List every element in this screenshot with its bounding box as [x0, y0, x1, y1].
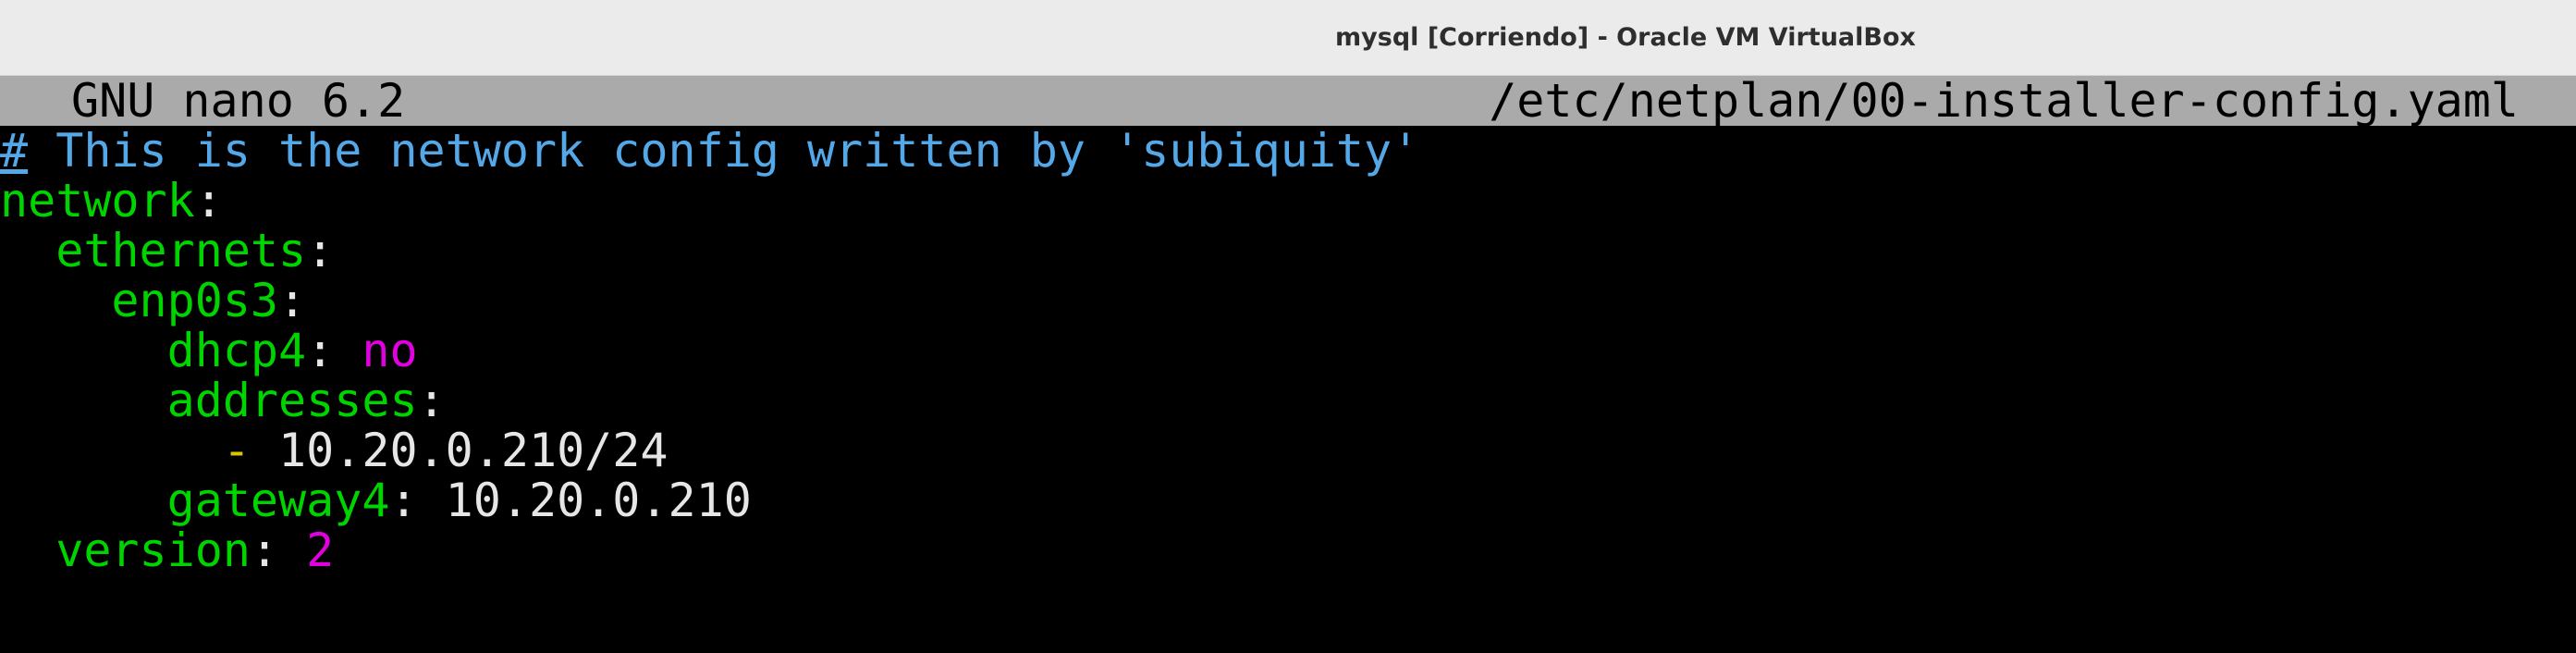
nano-app-name: GNU nano 6.2 — [71, 74, 406, 128]
yaml-colon: : — [306, 224, 335, 277]
yaml-colon: : — [389, 474, 418, 527]
virtualbox-window: mysql [Corriendo] - Oracle VM VirtualBox… — [0, 0, 2576, 653]
editor-line-version[interactable]: version: 2 — [0, 525, 334, 575]
yaml-colon: : — [306, 324, 335, 377]
yaml-value-version: 2 — [306, 524, 335, 577]
yaml-key-gateway4: gateway4 — [166, 474, 390, 527]
editor-line-ethernets[interactable]: ethernets: — [0, 226, 334, 276]
yaml-list-dash: - — [222, 424, 251, 477]
editor-line-dhcp4[interactable]: dhcp4: no — [0, 326, 418, 376]
window-titlebar[interactable]: mysql [Corriendo] - Oracle VM VirtualBox — [0, 0, 2576, 76]
editor-line-addresses[interactable]: addresses: — [0, 376, 446, 425]
terminal-screen[interactable]: GNU nano 6.2 /etc/netplan/00-installer-c… — [0, 76, 2576, 653]
yaml-colon: : — [250, 524, 279, 577]
yaml-key-addresses: addresses — [166, 374, 418, 427]
yaml-colon: : — [417, 374, 446, 427]
yaml-value-address: 10.20.0.210/24 — [278, 424, 669, 477]
comment-text: This is the network config written by 's… — [28, 124, 1420, 178]
yaml-key-interface: enp0s3 — [111, 274, 279, 327]
editor-line-comment[interactable]: # This is the network config written by … — [0, 126, 1419, 176]
yaml-key-ethernets: ethernets — [55, 224, 307, 277]
editor-line-address-item[interactable]: - 10.20.0.210/24 — [0, 424, 669, 477]
window-title: mysql [Corriendo] - Oracle VM VirtualBox — [1335, 23, 1916, 52]
yaml-key-version: version — [55, 524, 251, 577]
yaml-colon: : — [194, 174, 223, 228]
editor-line-network[interactable]: network: — [0, 176, 223, 226]
yaml-value-gateway4: 10.20.0.210 — [445, 474, 752, 527]
yaml-value-dhcp4: no — [362, 324, 418, 377]
yaml-colon: : — [278, 274, 307, 327]
yaml-key-dhcp4: dhcp4 — [166, 324, 307, 377]
nano-file-path: /etc/netplan/00-installer-config.yaml — [1489, 74, 2519, 128]
nano-title-bar: GNU nano 6.2 /etc/netplan/00-installer-c… — [0, 76, 2576, 126]
editor-line-gateway4[interactable]: gateway4: 10.20.0.210 — [0, 475, 752, 525]
text-cursor: # — [0, 124, 29, 178]
editor-line-interface[interactable]: enp0s3: — [0, 276, 306, 326]
yaml-key-network: network — [0, 174, 195, 228]
